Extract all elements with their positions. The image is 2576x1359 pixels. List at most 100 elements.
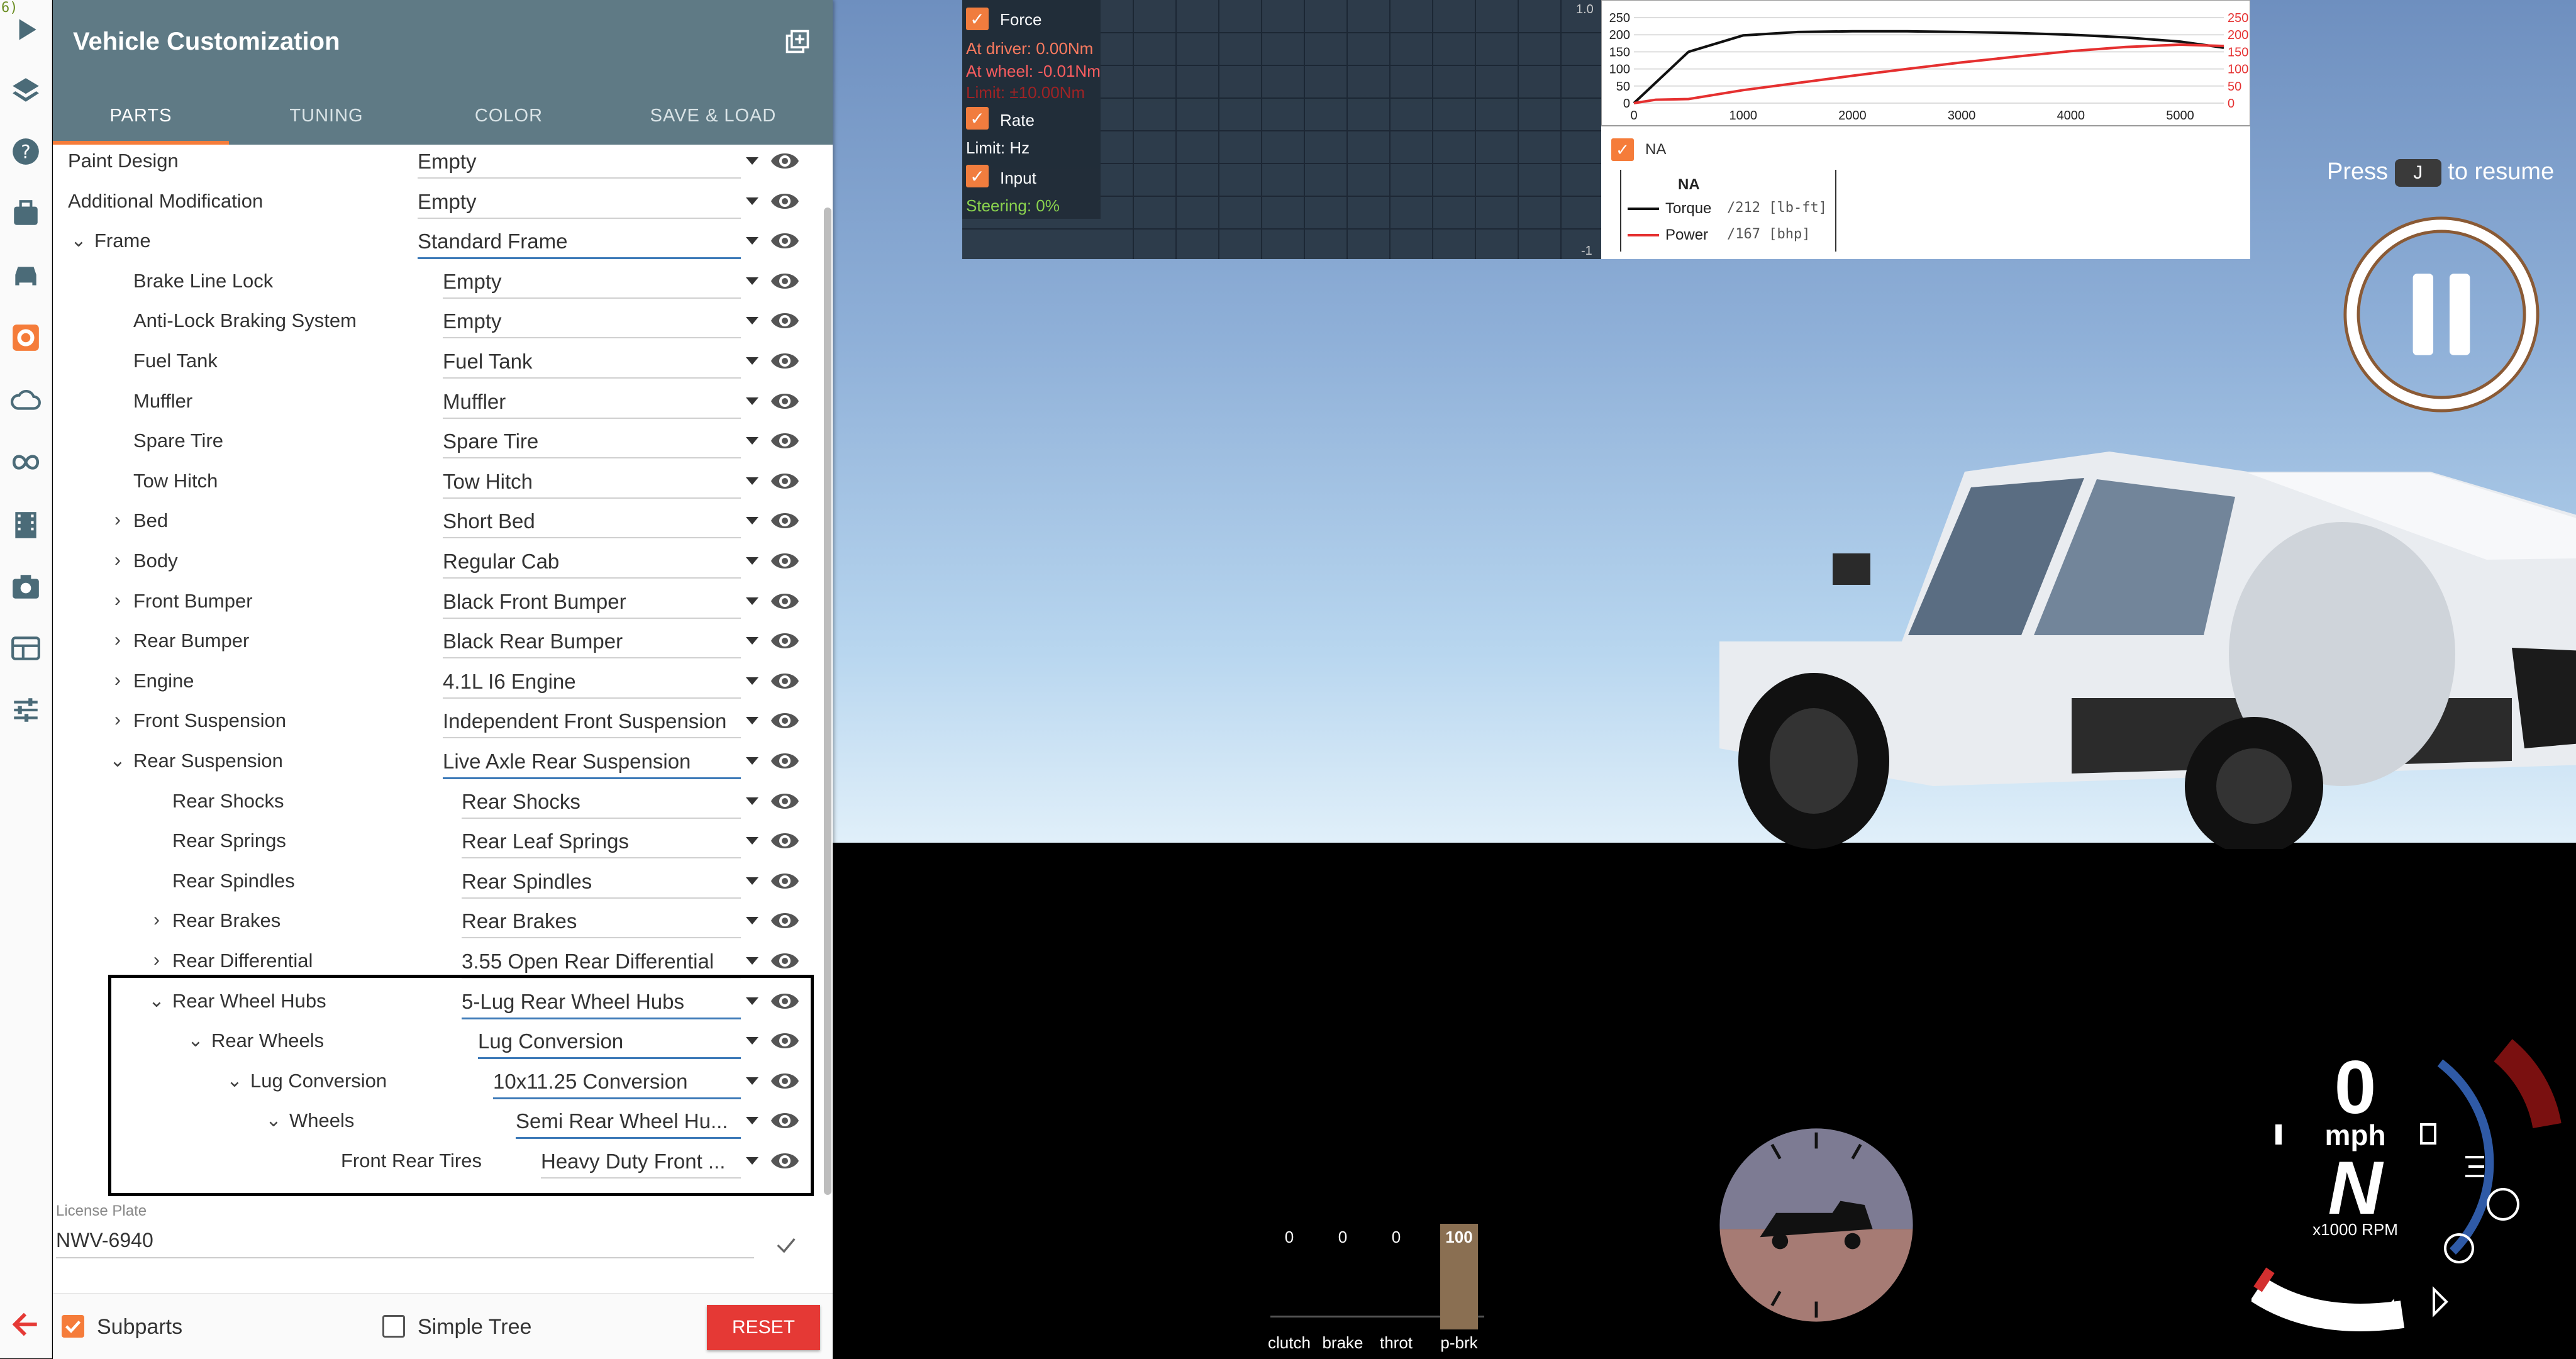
tab-tuning[interactable]: TUNING <box>235 87 418 145</box>
ai-icon[interactable] <box>8 444 44 480</box>
help-icon[interactable]: ? <box>8 133 44 170</box>
part-row[interactable]: Rear Spindles Rear Spindles <box>53 865 821 904</box>
chevron-right-icon[interactable]: › <box>108 550 127 571</box>
vehicles-icon[interactable] <box>8 258 44 294</box>
part-row[interactable]: ⌄ Rear Suspension Live Axle Rear Suspensio… <box>53 745 821 784</box>
part-select[interactable]: 4.1L I6 Engine <box>443 670 741 699</box>
visibility-eye-icon[interactable] <box>770 230 800 252</box>
part-row[interactable]: › Body Regular Cab <box>53 545 821 584</box>
part-select[interactable]: Regular Cab <box>443 550 741 579</box>
visibility-eye-icon[interactable] <box>770 509 800 532</box>
visibility-eye-icon[interactable] <box>770 709 800 732</box>
play-icon[interactable] <box>8 11 44 48</box>
replay-icon[interactable] <box>8 507 44 543</box>
visibility-eye-icon[interactable] <box>770 590 800 613</box>
missions-icon[interactable] <box>8 195 44 231</box>
dropdown-arrow-icon[interactable] <box>746 917 758 925</box>
part-select[interactable]: Independent Front Suspension <box>443 709 741 739</box>
chevron-right-icon[interactable]: › <box>147 950 166 971</box>
parts-scrollbar[interactable] <box>824 208 831 1195</box>
dropdown-arrow-icon[interactable] <box>746 237 758 245</box>
apply-plate-check-icon[interactable] <box>774 1233 799 1258</box>
dropdown-arrow-icon[interactable] <box>746 317 758 325</box>
part-row[interactable]: Fuel Tank Fuel Tank <box>53 345 821 384</box>
dropdown-arrow-icon[interactable] <box>746 197 758 205</box>
reset-button[interactable]: RESET <box>707 1305 820 1350</box>
dropdown-arrow-icon[interactable] <box>746 677 758 685</box>
dropdown-arrow-icon[interactable] <box>746 877 758 885</box>
part-row[interactable]: Muffler Muffler <box>53 385 821 424</box>
dropdown-arrow-icon[interactable] <box>746 797 758 805</box>
vehicle-config-icon[interactable] <box>8 319 44 356</box>
popout-icon[interactable] <box>784 28 811 55</box>
part-row[interactable]: Rear Shocks Rear Shocks <box>53 785 821 824</box>
na-checkbox[interactable]: ✓ <box>1611 138 1634 161</box>
back-arrow-icon[interactable] <box>8 1307 43 1342</box>
options-icon[interactable] <box>8 692 44 728</box>
layers-icon[interactable] <box>8 72 44 108</box>
part-select[interactable]: Fuel Tank <box>443 350 741 379</box>
visibility-eye-icon[interactable] <box>770 150 800 172</box>
part-select[interactable]: Black Rear Bumper <box>443 630 741 659</box>
dropdown-arrow-icon[interactable] <box>746 837 758 845</box>
part-select[interactable]: Empty <box>418 150 741 179</box>
visibility-eye-icon[interactable] <box>770 350 800 372</box>
part-select[interactable]: Muffler <box>443 390 741 419</box>
subparts-checkbox[interactable] <box>62 1315 84 1338</box>
tab-parts[interactable]: PARTS <box>53 87 229 145</box>
chevron-right-icon[interactable]: › <box>108 670 127 691</box>
dropdown-arrow-icon[interactable] <box>746 397 758 405</box>
simple-tree-checkbox[interactable] <box>382 1315 405 1338</box>
part-select[interactable]: Rear Leaf Springs <box>462 829 741 859</box>
part-select[interactable]: Rear Spindles <box>462 870 741 899</box>
part-row[interactable]: Spare Tire Spare Tire <box>53 424 821 463</box>
chevron-right-icon[interactable]: › <box>108 509 127 531</box>
part-row[interactable]: Rear Springs Rear Leaf Springs <box>53 824 821 863</box>
visibility-eye-icon[interactable] <box>770 190 800 213</box>
part-select[interactable]: Live Axle Rear Suspension <box>443 750 741 779</box>
pause-icon[interactable] <box>2340 213 2543 416</box>
part-row[interactable]: Tow Hitch Tow Hitch <box>53 465 821 504</box>
part-select[interactable]: Rear Shocks <box>462 790 741 819</box>
dropdown-arrow-icon[interactable] <box>746 597 758 605</box>
visibility-eye-icon[interactable] <box>770 309 800 332</box>
chevron-right-icon[interactable]: › <box>108 590 127 611</box>
dropdown-arrow-icon[interactable] <box>746 157 758 165</box>
part-select[interactable]: Short Bed <box>443 509 741 539</box>
environment-icon[interactable] <box>8 382 44 419</box>
part-row[interactable]: › Bed Short Bed <box>53 504 821 543</box>
part-select[interactable]: Spare Tire <box>443 430 741 459</box>
ui-apps-icon[interactable] <box>8 630 44 667</box>
dropdown-arrow-icon[interactable] <box>746 557 758 565</box>
chevron-right-icon[interactable]: › <box>108 709 127 731</box>
dropdown-arrow-icon[interactable] <box>746 717 758 725</box>
visibility-eye-icon[interactable] <box>770 790 800 813</box>
dropdown-arrow-icon[interactable] <box>746 437 758 445</box>
visibility-eye-icon[interactable] <box>770 829 800 852</box>
dropdown-arrow-icon[interactable] <box>746 957 758 965</box>
license-plate-input[interactable]: NWV-6940 <box>56 1229 754 1258</box>
part-row[interactable]: › Rear Bumper Black Rear Bumper <box>53 624 821 663</box>
chevron-down-icon[interactable]: ⌄ <box>108 750 127 772</box>
part-row[interactable]: ⌄ Frame Standard Frame <box>53 225 821 263</box>
dropdown-arrow-icon[interactable] <box>746 477 758 485</box>
visibility-eye-icon[interactable] <box>770 270 800 292</box>
force-checkbox[interactable]: ✓ <box>966 8 989 30</box>
chevron-right-icon[interactable]: › <box>147 909 166 931</box>
part-select[interactable]: Standard Frame <box>418 230 741 260</box>
dropdown-arrow-icon[interactable] <box>746 517 758 525</box>
dropdown-arrow-icon[interactable] <box>746 277 758 285</box>
dropdown-arrow-icon[interactable] <box>746 637 758 645</box>
part-row[interactable]: › Engine 4.1L I6 Engine <box>53 665 821 704</box>
part-row[interactable]: Anti-Lock Braking System Empty <box>53 304 821 343</box>
tab-save-load[interactable]: SAVE & LOAD <box>606 87 820 145</box>
tab-color[interactable]: COLOR <box>418 87 600 145</box>
visibility-eye-icon[interactable] <box>770 670 800 692</box>
part-row[interactable]: Paint Design Empty <box>53 145 821 184</box>
visibility-eye-icon[interactable] <box>770 630 800 652</box>
visibility-eye-icon[interactable] <box>770 950 800 972</box>
dropdown-arrow-icon[interactable] <box>746 357 758 365</box>
input-checkbox[interactable]: ✓ <box>966 165 989 187</box>
part-row[interactable]: Additional Modification Empty <box>53 185 821 224</box>
visibility-eye-icon[interactable] <box>770 430 800 452</box>
